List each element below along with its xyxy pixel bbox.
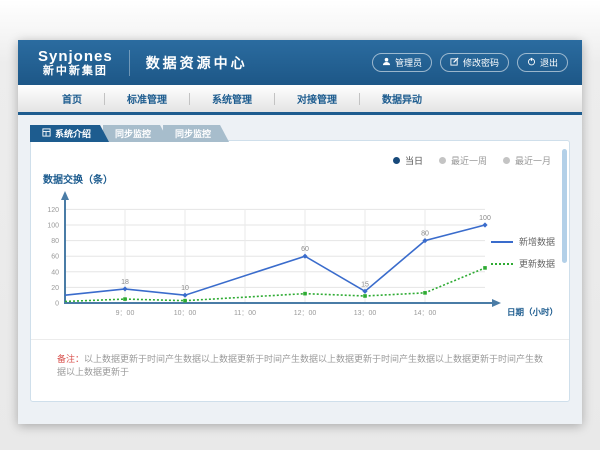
radio-dot-icon	[393, 157, 400, 164]
user-button-label: 修改密码	[463, 56, 499, 69]
svg-text:120: 120	[47, 207, 59, 214]
svg-text:80: 80	[51, 238, 59, 245]
range-option-1[interactable]: 当日	[393, 154, 423, 167]
tab-label: 同步监控	[115, 127, 151, 140]
svg-text:11：00: 11：00	[234, 310, 256, 317]
power-icon	[527, 57, 536, 68]
tab-bar: 系统介绍 同步监控 同步监控	[30, 125, 223, 142]
nav-item-5[interactable]: 数据异动	[360, 91, 444, 106]
svg-text:日期（小时）: 日期（小时）	[507, 307, 558, 317]
footnote: 备注：以上数据更新于时间产生数据以上数据更新于时间产生数据以上数据更新于时间产生…	[31, 339, 569, 379]
tab-label: 同步监控	[175, 127, 211, 140]
header-actions: 管理员 修改密码 退出	[372, 53, 568, 72]
y-axis-title: 数据交换（条）	[43, 171, 113, 186]
svg-text:40: 40	[51, 269, 59, 276]
user-icon	[382, 57, 391, 68]
range-option-3[interactable]: 最近一月	[503, 154, 551, 167]
brand-logo: Synjones 新中新集团	[38, 48, 113, 78]
footnote-label: 备注：	[57, 354, 84, 364]
svg-text:80: 80	[421, 231, 429, 238]
svg-text:100: 100	[479, 215, 491, 222]
tab-2[interactable]: 同步监控	[103, 125, 169, 142]
app-header: Synjones 新中新集团 数据资源中心 管理员 修改密码 退出	[18, 40, 582, 85]
nav-item-2[interactable]: 标准管理	[105, 91, 189, 106]
user-button-label: 管理员	[395, 56, 422, 69]
edit-button[interactable]: 修改密码	[440, 53, 509, 72]
svg-text:20: 20	[51, 285, 59, 292]
nav-item-4[interactable]: 对接管理	[275, 91, 359, 106]
svg-text:10：00: 10：00	[174, 310, 197, 317]
user-button[interactable]: 管理员	[372, 53, 432, 72]
scrollbar-thumb[interactable]	[562, 149, 567, 263]
radio-dot-icon	[503, 157, 510, 164]
svg-text:10: 10	[181, 285, 189, 292]
svg-text:0: 0	[55, 301, 59, 308]
svg-text:12：00: 12：00	[294, 310, 317, 317]
grid-icon	[42, 128, 51, 139]
range-option-label: 最近一周	[451, 154, 487, 167]
legend-item-1[interactable]: 新增数据	[491, 235, 555, 248]
svg-text:60: 60	[301, 246, 309, 253]
line-chart: 0 20 40 60 80 100 120 9：00 10：00 11：00 12：00 13：00 1…	[31, 185, 569, 335]
legend-label: 更新数据	[519, 257, 555, 270]
range-option-label: 当日	[405, 154, 423, 167]
range-option-2[interactable]: 最近一周	[439, 154, 487, 167]
svg-text:100: 100	[47, 223, 59, 230]
svg-text:18: 18	[121, 279, 129, 286]
brand-logo-en: Synjones	[38, 48, 113, 65]
app-window: Synjones 新中新集团 数据资源中心 管理员修改密码退出 首页标准管理系统…	[18, 40, 582, 424]
main-nav: 首页标准管理系统管理对接管理数据异动	[18, 85, 582, 115]
content-area: 系统介绍 同步监控 同步监控 当日 最近一周 最近一月 数据交换（条） 0 20 40 60 8…	[18, 115, 582, 424]
radio-dot-icon	[439, 157, 446, 164]
svg-text:14：00: 14：00	[414, 310, 437, 317]
power-button[interactable]: 退出	[517, 53, 568, 72]
svg-text:9：00: 9：00	[116, 310, 135, 317]
legend-label: 新增数据	[519, 235, 555, 248]
svg-text:60: 60	[51, 254, 59, 261]
svg-text:15: 15	[361, 281, 369, 288]
svg-text:13：00: 13：00	[354, 310, 377, 317]
app-title: 数据资源中心	[146, 53, 248, 73]
nav-item-3[interactable]: 系统管理	[190, 91, 274, 106]
tab-3[interactable]: 同步监控	[163, 125, 229, 142]
edit-icon	[450, 57, 459, 68]
user-button-label: 退出	[540, 56, 558, 69]
header-divider	[129, 50, 130, 76]
range-options: 当日 最近一周 最近一月	[393, 154, 551, 167]
footnote-text: 以上数据更新于时间产生数据以上数据更新于时间产生数据以上数据更新于时间产生数据以…	[57, 354, 543, 377]
tab-label: 系统介绍	[55, 127, 91, 140]
nav-item-1[interactable]: 首页	[40, 91, 104, 106]
tab-1[interactable]: 系统介绍	[30, 125, 109, 142]
legend-line-sample	[491, 263, 513, 265]
range-option-label: 最近一月	[515, 154, 551, 167]
legend-line-sample	[491, 241, 513, 243]
chart-panel: 当日 最近一周 最近一月 数据交换（条） 0 20 40 60 80 100 120 9：00 10…	[30, 140, 570, 402]
brand-logo-cn: 新中新集团	[38, 65, 113, 78]
legend-item-2[interactable]: 更新数据	[491, 257, 555, 270]
series-legend: 新增数据更新数据	[491, 235, 555, 279]
